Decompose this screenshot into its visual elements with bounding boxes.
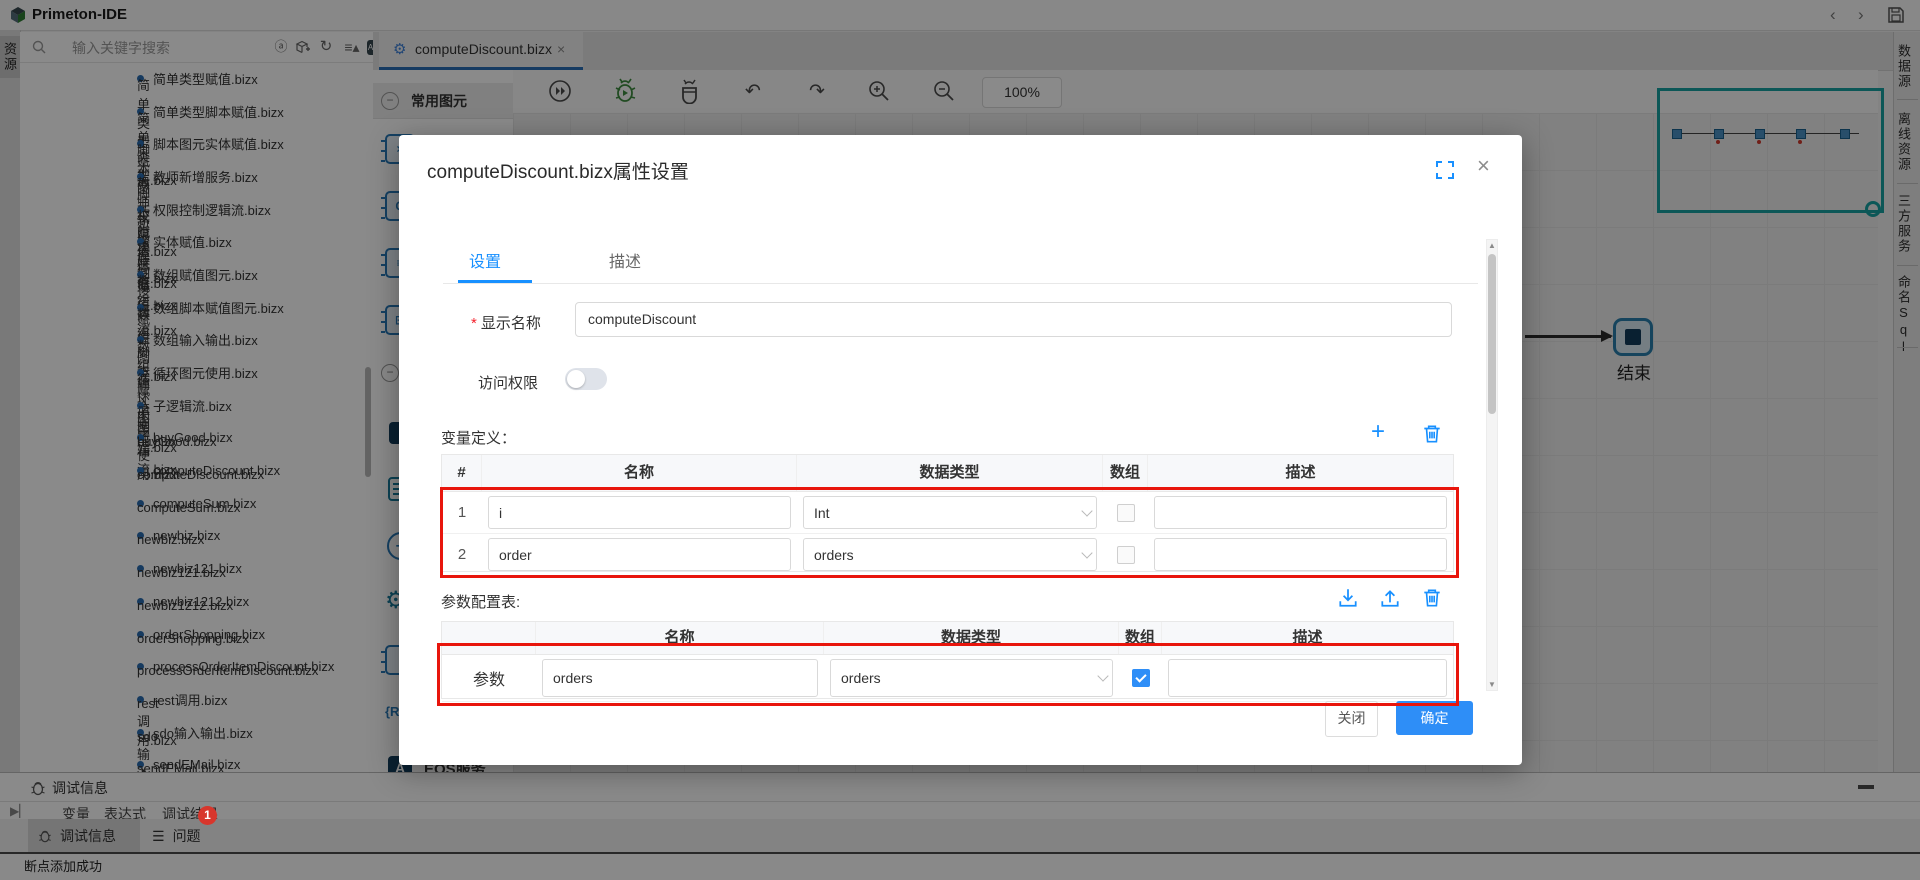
scroll-down-icon[interactable]: ▼	[1487, 680, 1497, 689]
close-icon[interactable]: ×	[1477, 155, 1490, 177]
col-header: #	[442, 455, 482, 491]
ok-button[interactable]: 确定	[1396, 701, 1473, 735]
access-label: 访问权限	[478, 372, 538, 393]
col-header: 数据类型	[797, 455, 1103, 491]
close-button[interactable]: 关闭	[1325, 701, 1378, 737]
display-name-input[interactable]: computeDiscount	[575, 302, 1452, 337]
col-header: 描述	[1148, 455, 1453, 491]
col-header: 数组	[1103, 455, 1148, 491]
required-asterisk: *	[471, 315, 477, 332]
export-icon[interactable]	[1379, 587, 1401, 609]
annotation-box-params	[437, 643, 1459, 706]
scroll-up-icon[interactable]: ▲	[1487, 241, 1497, 250]
toggle-knob	[567, 370, 585, 388]
problems-badge: 1	[198, 806, 217, 825]
add-row-icon[interactable]: +	[1371, 418, 1385, 446]
annotation-box-variables	[440, 487, 1459, 578]
tab-description[interactable]: 描述	[609, 248, 641, 272]
dialog-title: computeDiscount.bizx属性设置	[427, 157, 689, 184]
fullscreen-icon[interactable]	[1436, 161, 1454, 179]
access-toggle[interactable]	[565, 368, 607, 390]
display-name-label: *显示名称	[471, 312, 541, 333]
params-label: 参数配置表:	[441, 591, 520, 612]
delete-rows-icon[interactable]	[1421, 423, 1443, 445]
app-window: Primeton-IDE ‹ › 资源 ⓐ ↻ ≡▴ A文 简单类型赋值.	[0, 0, 1920, 880]
scrollbar-thumb[interactable]	[1488, 254, 1496, 414]
import-icon[interactable]	[1337, 587, 1359, 609]
delete-rows-icon[interactable]	[1421, 587, 1443, 609]
dialog-scrollbar[interactable]: ▲ ▼	[1486, 239, 1498, 691]
col-header: 名称	[482, 455, 797, 491]
tab-settings[interactable]: 设置	[469, 248, 501, 272]
variables-label: 变量定义：	[441, 427, 516, 448]
divider	[443, 283, 1478, 284]
